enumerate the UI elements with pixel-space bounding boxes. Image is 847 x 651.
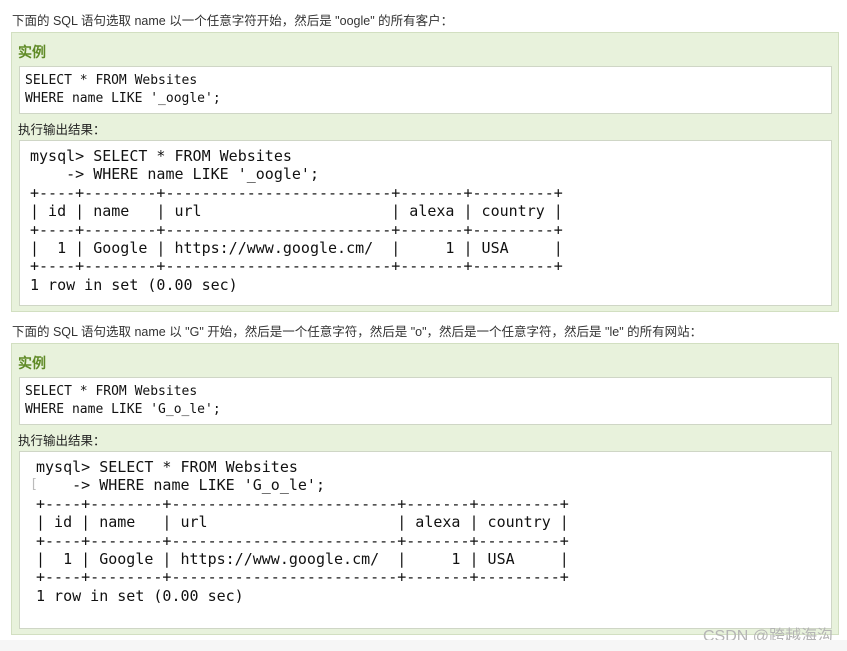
- intro-text-1: 下面的 SQL 语句选取 name 以一个任意字符开始，然后是 "oogle" …: [12, 14, 454, 28]
- output-text-1: mysql> SELECT * FROM Websites -> WHERE n…: [30, 147, 563, 294]
- result-label-2: 执行输出结果：: [18, 434, 106, 448]
- example-title-1: 实例: [18, 44, 46, 60]
- intro-text-2: 下面的 SQL 语句选取 name 以 "G" 开始，然后是一个任意字符，然后是…: [12, 325, 703, 339]
- bottom-bar: [0, 640, 847, 651]
- example-box-1: 实例 SELECT * FROM Websites WHERE name LIK…: [11, 32, 839, 312]
- result-label-1: 执行输出结果：: [18, 123, 106, 137]
- output-block-1[interactable]: mysql> SELECT * FROM Websites -> WHERE n…: [19, 140, 832, 306]
- output-block-2[interactable]: [ mysql> SELECT * FROM Websites -> WHERE…: [19, 451, 832, 629]
- output-text-2: mysql> SELECT * FROM Websites -> WHERE n…: [36, 458, 569, 605]
- example-box-2: 实例 SELECT * FROM Websites WHERE name LIK…: [11, 343, 839, 635]
- sql-code-block-1[interactable]: SELECT * FROM Websites WHERE name LIKE '…: [19, 66, 832, 114]
- sql-code-block-2[interactable]: SELECT * FROM Websites WHERE name LIKE '…: [19, 377, 832, 425]
- example-title-2: 实例: [18, 355, 46, 371]
